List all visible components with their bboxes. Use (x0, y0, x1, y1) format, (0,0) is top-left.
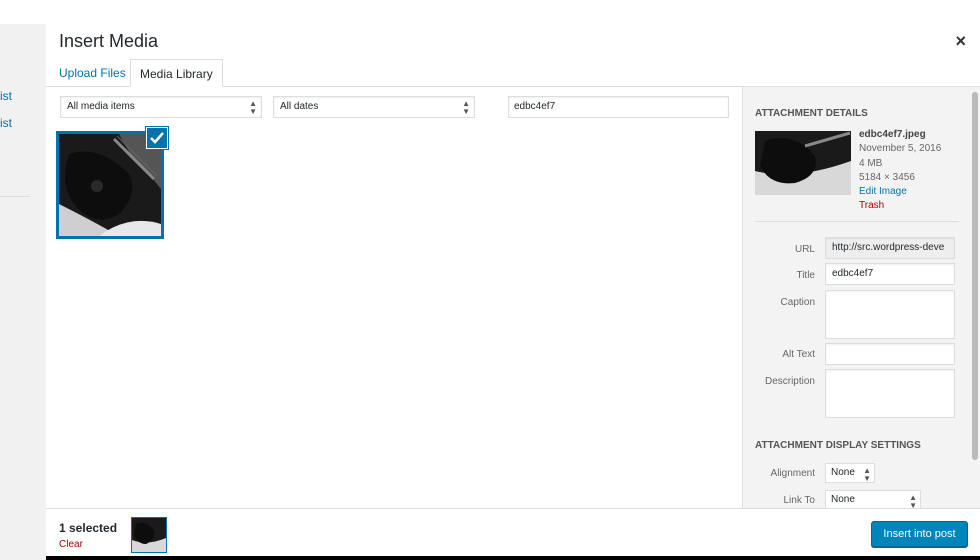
alignment-label: Alignment (770, 468, 815, 479)
selection-count: 1 selected (59, 521, 118, 535)
select-arrows-icon: ▲ ▼ (249, 99, 257, 116)
check-icon (150, 132, 164, 144)
browser-top-strip (0, 0, 980, 24)
caption-label: Caption (780, 297, 815, 308)
attachment-dimensions: 5184 × 3456 (859, 171, 915, 183)
alignment-value: None (831, 467, 855, 478)
clear-selection-link[interactable]: Clear (59, 539, 83, 550)
caption-field[interactable] (825, 290, 955, 339)
guitar-photo-icon (59, 134, 161, 236)
select-arrows-icon: ▲ ▼ (909, 493, 917, 509)
modal-tabs: Upload Files Media Library (46, 59, 980, 87)
alt-text-field[interactable] (825, 343, 955, 365)
trash-link[interactable]: Trash (859, 199, 941, 213)
select-arrows-icon: ▲ ▼ (462, 99, 470, 116)
media-toolbar: 1 selected Clear Insert into post (46, 508, 980, 556)
media-type-select[interactable]: All media items ▲ ▼ (60, 96, 262, 118)
background-divider (0, 196, 30, 197)
item-selected-checkmark[interactable] (146, 127, 168, 149)
url-field[interactable]: http://src.wordpress-deve (825, 237, 955, 259)
details-divider (755, 221, 959, 222)
close-icon[interactable]: × (955, 31, 966, 52)
selected-item-thumbnail[interactable] (131, 517, 167, 553)
tab-upload-files[interactable]: Upload Files (50, 59, 135, 87)
attachment-date: November 5, 2016 (859, 143, 942, 155)
attachment-details-sidebar: Attachment Details edbc4ef7.jpeg Novembe… (742, 87, 980, 508)
edit-image-link[interactable]: Edit Image (859, 185, 941, 199)
attachment-size: 4 MB (859, 157, 883, 169)
alignment-select[interactable]: None ▲ ▼ (825, 463, 875, 483)
insert-into-post-button[interactable]: Insert into post (871, 521, 968, 547)
guitar-photo-icon (755, 131, 851, 195)
tab-media-library[interactable]: Media Library (130, 59, 223, 87)
title-label: Title (796, 270, 815, 281)
link-to-select[interactable]: None ▲ ▼ (825, 490, 921, 508)
url-label: URL (794, 244, 815, 255)
date-select[interactable]: All dates ▲ ▼ (273, 96, 475, 118)
attachment-info: edbc4ef7.jpeg November 5, 2016 4 MB 5184… (859, 128, 941, 214)
alt-text-label: Alt Text (782, 349, 815, 360)
select-arrows-icon: ▲ ▼ (863, 466, 871, 483)
guitar-photo-icon (132, 518, 166, 552)
modal-title: Insert Media (59, 31, 159, 51)
sidebar-scrollbar[interactable] (972, 92, 978, 460)
media-type-select-value: All media items (67, 101, 135, 112)
link-to-value: None (831, 494, 855, 505)
insert-media-modal: Insert Media × Upload Files Media Librar… (46, 24, 980, 556)
background-link[interactable]: ist (0, 89, 12, 103)
attachment-filename: edbc4ef7.jpeg (859, 129, 926, 140)
link-to-label: Link To (783, 495, 815, 506)
display-settings-heading: Attachment Display Settings (755, 440, 921, 451)
date-select-value: All dates (280, 101, 319, 112)
search-input[interactable]: edbc4ef7 (508, 96, 729, 118)
attachment-thumbnail (755, 131, 851, 195)
background-admin-panel: ist ist (0, 24, 46, 560)
background-link[interactable]: ist (0, 116, 12, 130)
description-label: Description (764, 376, 815, 387)
description-field[interactable] (825, 369, 955, 418)
attachment-details-heading: Attachment Details (755, 108, 868, 119)
title-field[interactable]: edbc4ef7 (825, 263, 955, 285)
